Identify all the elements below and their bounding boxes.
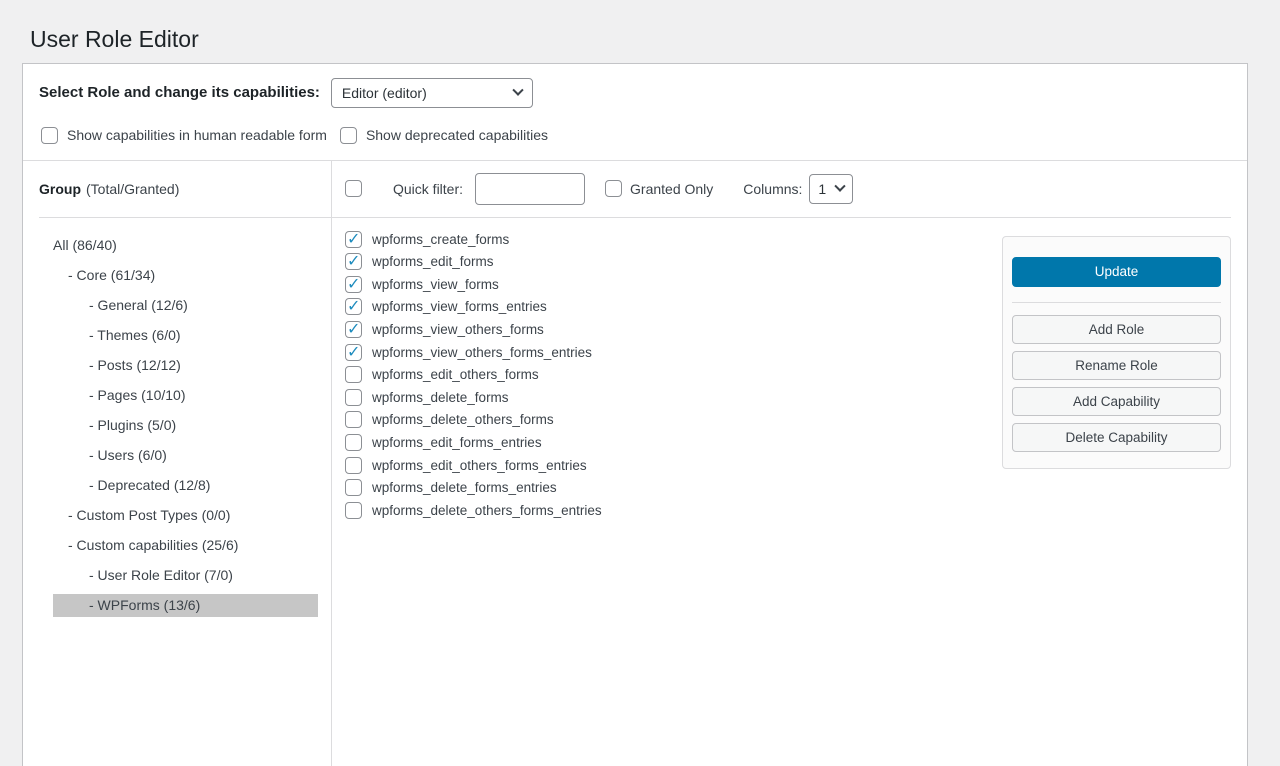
group-header-subtitle: (Total/Granted) xyxy=(86,181,179,197)
group-tree-item[interactable]: - WPForms (13/6) xyxy=(53,594,318,617)
group-tree-item[interactable]: - Users (6/0) xyxy=(53,444,318,467)
capability-checkbox[interactable] xyxy=(345,253,362,270)
add-capability-button[interactable]: Add Capability xyxy=(1012,387,1221,416)
group-tree-item[interactable]: - Pages (10/10) xyxy=(53,384,318,407)
capability-row: wpforms_view_others_forms xyxy=(345,318,1002,341)
actions-divider xyxy=(1012,302,1221,303)
capability-row: wpforms_view_forms_entries xyxy=(345,296,1002,319)
capability-checkbox[interactable] xyxy=(345,366,362,383)
capability-label[interactable]: wpforms_delete_forms xyxy=(372,390,509,405)
role-select[interactable]: Editor (editor) xyxy=(331,78,533,108)
role-selection-section: Select Role and change its capabilities:… xyxy=(23,64,1247,160)
capability-row: wpforms_edit_others_forms xyxy=(345,363,1002,386)
capability-row: wpforms_delete_forms_entries xyxy=(345,476,1002,499)
capability-label[interactable]: wpforms_delete_others_forms xyxy=(372,412,554,427)
group-tree-item[interactable]: - Themes (6/0) xyxy=(53,324,318,347)
capabilities-column: Quick filter: Granted Only Columns: 1 xyxy=(332,161,1247,766)
chevron-down-icon xyxy=(835,180,846,191)
capability-label[interactable]: wpforms_delete_forms_entries xyxy=(372,480,557,495)
deprecated-label[interactable]: Show deprecated capabilities xyxy=(366,127,548,143)
capability-label[interactable]: wpforms_edit_others_forms_entries xyxy=(372,458,587,473)
capability-checkbox[interactable] xyxy=(345,276,362,293)
capability-label[interactable]: wpforms_edit_forms_entries xyxy=(372,435,542,450)
capability-checkbox[interactable] xyxy=(345,298,362,315)
capabilities-content: wpforms_create_forms wpforms_edit_forms … xyxy=(332,218,1247,766)
capability-row: wpforms_edit_others_forms_entries xyxy=(345,454,1002,477)
capability-checkbox[interactable] xyxy=(345,434,362,451)
deprecated-checkbox[interactable] xyxy=(340,127,357,144)
main-area: Group (Total/Granted) All (86/40) - Core … xyxy=(23,161,1247,766)
capability-row: wpforms_view_forms xyxy=(345,273,1002,296)
quick-filter-input[interactable] xyxy=(475,173,585,205)
capability-row: wpforms_view_others_forms_entries xyxy=(345,341,1002,364)
page-title: User Role Editor xyxy=(30,25,1280,55)
group-tree-item[interactable]: - Custom Post Types (0/0) xyxy=(53,504,318,527)
group-tree-item[interactable]: - Deprecated (12/8) xyxy=(53,474,318,497)
capability-groups-tree: All (86/40) - Core (61/34) - General (12/6… xyxy=(23,218,331,634)
group-header-title: Group xyxy=(39,181,81,197)
capability-label[interactable]: wpforms_view_others_forms_entries xyxy=(372,345,592,360)
capability-checkbox[interactable] xyxy=(345,411,362,428)
group-tree-item[interactable]: - User Role Editor (7/0) xyxy=(53,564,318,587)
capability-label[interactable]: wpforms_edit_others_forms xyxy=(372,367,539,382)
granted-only-label[interactable]: Granted Only xyxy=(630,181,713,197)
granted-only-checkbox[interactable] xyxy=(605,180,622,197)
quick-filter-label: Quick filter: xyxy=(393,181,463,197)
delete-capability-button[interactable]: Delete Capability xyxy=(1012,423,1221,452)
deprecated-option: Show deprecated capabilities xyxy=(340,127,548,144)
actions-panel: Update Add Role Rename Role Add Capabili… xyxy=(1002,236,1231,469)
capability-row: wpforms_delete_others_forms_entries xyxy=(345,499,1002,522)
filter-bar: Quick filter: Granted Only Columns: 1 xyxy=(332,161,1247,217)
update-button[interactable]: Update xyxy=(1012,257,1221,287)
capability-checkbox[interactable] xyxy=(345,231,362,248)
human-readable-checkbox[interactable] xyxy=(41,127,58,144)
capability-row: wpforms_delete_others_forms xyxy=(345,409,1002,432)
group-tree-item[interactable]: - Plugins (5/0) xyxy=(53,414,318,437)
capability-row: wpforms_edit_forms xyxy=(345,250,1002,273)
group-tree-item[interactable]: - General (12/6) xyxy=(53,294,318,317)
capability-checkbox[interactable] xyxy=(345,502,362,519)
select-all-checkbox[interactable] xyxy=(345,180,362,197)
capability-checkbox[interactable] xyxy=(345,479,362,496)
add-role-button[interactable]: Add Role xyxy=(1012,315,1221,344)
capability-row: wpforms_delete_forms xyxy=(345,386,1002,409)
capability-label[interactable]: wpforms_view_others_forms xyxy=(372,322,544,337)
capability-checkbox[interactable] xyxy=(345,344,362,361)
columns-select-value: 1 xyxy=(818,181,826,197)
user-role-editor-panel: Select Role and change its capabilities:… xyxy=(22,63,1248,766)
capability-label[interactable]: wpforms_create_forms xyxy=(372,232,509,247)
capability-label[interactable]: wpforms_edit_forms xyxy=(372,254,494,269)
capability-row: wpforms_edit_forms_entries xyxy=(345,431,1002,454)
granted-only-option: Granted Only xyxy=(605,180,713,197)
capability-label[interactable]: wpforms_delete_others_forms_entries xyxy=(372,503,602,518)
group-tree-item[interactable]: - Custom capabilities (25/6) xyxy=(53,534,318,557)
role-select-value: Editor (editor) xyxy=(342,85,427,101)
group-tree-item[interactable]: - Posts (12/12) xyxy=(53,354,318,377)
groups-column: Group (Total/Granted) All (86/40) - Core … xyxy=(23,161,332,766)
capability-checkbox[interactable] xyxy=(345,457,362,474)
capability-row: wpforms_create_forms xyxy=(345,228,1002,251)
columns-select[interactable]: 1 xyxy=(809,174,853,204)
capability-label[interactable]: wpforms_view_forms_entries xyxy=(372,299,547,314)
select-role-label: Select Role and change its capabilities: xyxy=(39,84,320,101)
capability-checkbox[interactable] xyxy=(345,389,362,406)
chevron-down-icon xyxy=(512,84,523,95)
rename-role-button[interactable]: Rename Role xyxy=(1012,351,1221,380)
human-readable-option: Show capabilities in human readable form xyxy=(41,127,327,144)
group-header: Group (Total/Granted) xyxy=(23,161,331,217)
capability-label[interactable]: wpforms_view_forms xyxy=(372,277,499,292)
group-tree-item[interactable]: - Core (61/34) xyxy=(53,264,318,287)
group-tree-item[interactable]: All (86/40) xyxy=(53,234,318,257)
human-readable-label[interactable]: Show capabilities in human readable form xyxy=(67,127,327,143)
capabilities-list: wpforms_create_forms wpforms_edit_forms … xyxy=(345,228,1002,522)
capability-checkbox[interactable] xyxy=(345,321,362,338)
columns-label: Columns: xyxy=(743,181,802,197)
